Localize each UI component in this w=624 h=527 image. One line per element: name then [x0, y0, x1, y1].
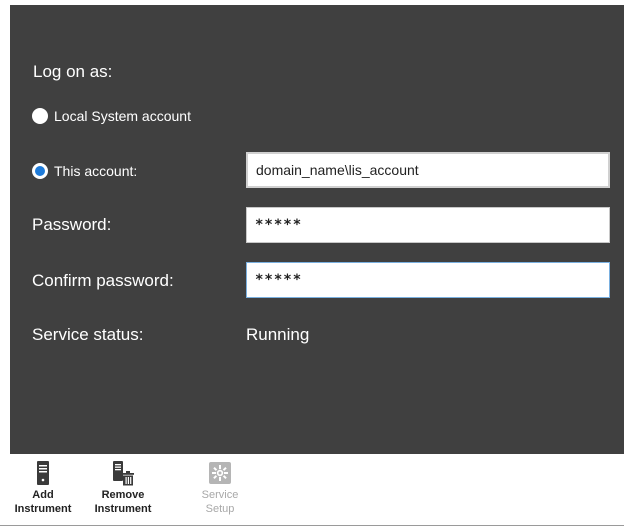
- logon-panel: Log on as: Local System account This acc…: [10, 5, 624, 454]
- server-icon: [37, 461, 49, 485]
- password-input[interactable]: [246, 207, 610, 243]
- local-system-account-radio[interactable]: Local System account: [32, 108, 191, 124]
- service-setup-line1: Service: [201, 489, 239, 501]
- service-setup-button[interactable]: Service Setup: [185, 460, 255, 516]
- add-instrument-button[interactable]: Add Instrument: [8, 460, 78, 516]
- server-delete-icon: [113, 461, 134, 486]
- this-account-radio[interactable]: This account:: [32, 163, 137, 179]
- service-status-label: Service status:: [32, 325, 144, 344]
- logon-heading: Log on as:: [33, 62, 113, 81]
- add-instrument-line2: Instrument: [14, 503, 72, 515]
- this-account-label[interactable]: This account:: [54, 163, 137, 179]
- add-instrument-line1: Add: [32, 489, 54, 501]
- remove-instrument-line2: Instrument: [94, 503, 152, 515]
- service-setup-line2: Setup: [205, 503, 235, 515]
- toolbar-divider: [0, 525, 624, 526]
- account-name-input[interactable]: [246, 152, 610, 188]
- confirm-password-label: Confirm password:: [32, 271, 174, 290]
- local-system-account-label[interactable]: Local System account: [54, 108, 191, 124]
- remove-instrument-button[interactable]: Remove Instrument: [88, 460, 158, 516]
- confirm-password-input[interactable]: [246, 262, 610, 298]
- radio-checked-icon[interactable]: [32, 163, 48, 179]
- password-label: Password:: [32, 215, 112, 234]
- service-gear-icon: [209, 462, 231, 484]
- bottom-toolbar: Add Instrument Remove Instrument Service…: [0, 454, 624, 527]
- service-configuration-window: Log on as: Local System account This acc…: [0, 0, 624, 527]
- radio-unchecked-icon[interactable]: [32, 108, 48, 124]
- remove-instrument-line1: Remove: [101, 489, 145, 501]
- service-status-value: Running: [246, 325, 310, 344]
